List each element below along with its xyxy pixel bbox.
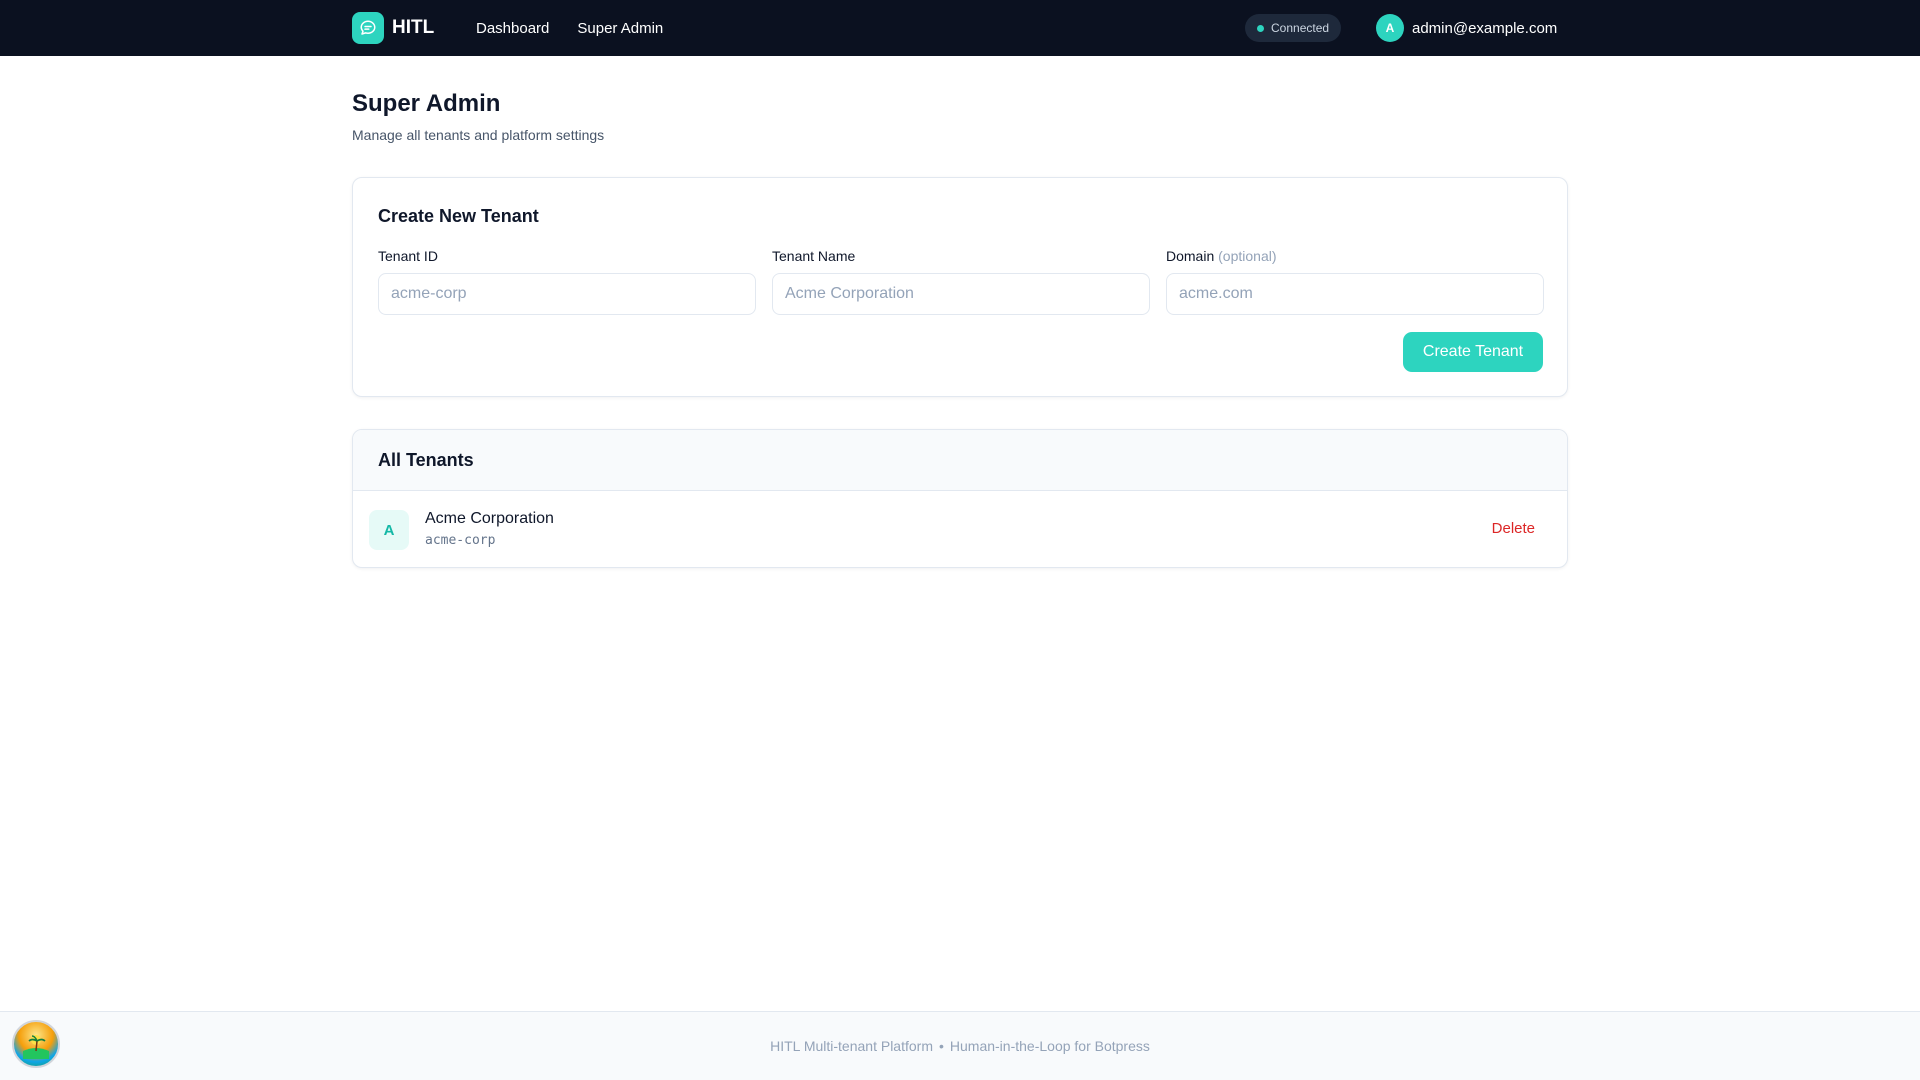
- tenant-id: acme-corp: [425, 533, 496, 548]
- all-tenants-header: All Tenants: [353, 430, 1567, 491]
- chat-bubble-icon: [352, 12, 384, 44]
- connection-status-badge: Connected: [1245, 14, 1342, 42]
- nav-dashboard[interactable]: Dashboard: [476, 20, 549, 37]
- domain-input[interactable]: [1166, 273, 1544, 315]
- brand[interactable]: HITL: [352, 12, 434, 44]
- create-tenant-card: Create New Tenant Tenant ID Tenant Name …: [352, 177, 1568, 397]
- tenant-id-input[interactable]: [378, 273, 756, 315]
- create-tenant-button[interactable]: Create Tenant: [1403, 332, 1543, 372]
- brand-name: HITL: [392, 17, 435, 38]
- create-tenant-title: Create New Tenant: [378, 206, 539, 226]
- all-tenants-card: All Tenants A Acme Corporation acme-corp…: [352, 429, 1568, 568]
- connection-status-text: Connected: [1271, 21, 1330, 35]
- page-title: Super Admin: [352, 90, 501, 117]
- status-dot-icon: [1257, 24, 1264, 32]
- footer-tagline: Human-in-the-Loop for Botpress: [949, 1038, 1150, 1054]
- delete-tenant-button[interactable]: Delete: [1492, 520, 1535, 537]
- tenant-id-field-group: Tenant ID: [378, 248, 756, 315]
- main-nav: Dashboard Super Admin: [476, 0, 663, 56]
- tenant-name-field-group: Tenant Name: [772, 248, 1150, 315]
- all-tenants-title: All Tenants: [378, 450, 474, 470]
- avatar: A: [1376, 14, 1404, 42]
- tenant-id-label: Tenant ID: [378, 248, 756, 264]
- list-item: A Acme Corporation acme-corp Delete: [353, 491, 1567, 567]
- tenant-name-label: Tenant Name: [772, 248, 1150, 264]
- tenant-avatar: A: [369, 510, 409, 550]
- tenant-id-label-text: Tenant ID: [378, 248, 438, 264]
- nav-super-admin[interactable]: Super Admin: [577, 20, 663, 37]
- footer-platform-text: HITL Multi-tenant Platform: [770, 1038, 933, 1054]
- page-subtitle: Manage all tenants and platform settings: [352, 127, 605, 143]
- domain-label-text: Domain: [1166, 248, 1215, 264]
- beach-icon[interactable]: [12, 1020, 60, 1068]
- user-email: admin@example.com: [1412, 19, 1558, 37]
- domain-field-group: Domain (optional): [1166, 248, 1544, 315]
- domain-label: Domain (optional): [1166, 248, 1544, 264]
- tenant-name-label-text: Tenant Name: [772, 248, 856, 264]
- user-menu[interactable]: A admin@example.com: [1376, 14, 1557, 42]
- tenant-name-input[interactable]: [772, 273, 1150, 315]
- domain-optional-hint: (optional): [1218, 248, 1277, 264]
- footer-separator: •: [938, 1038, 944, 1054]
- top-navbar: HITL Dashboard Super Admin Connected A a…: [0, 0, 1920, 56]
- tenant-name: Acme Corporation: [425, 510, 554, 527]
- footer: HITL Multi-tenant Platform • Human-in-th…: [0, 1011, 1920, 1080]
